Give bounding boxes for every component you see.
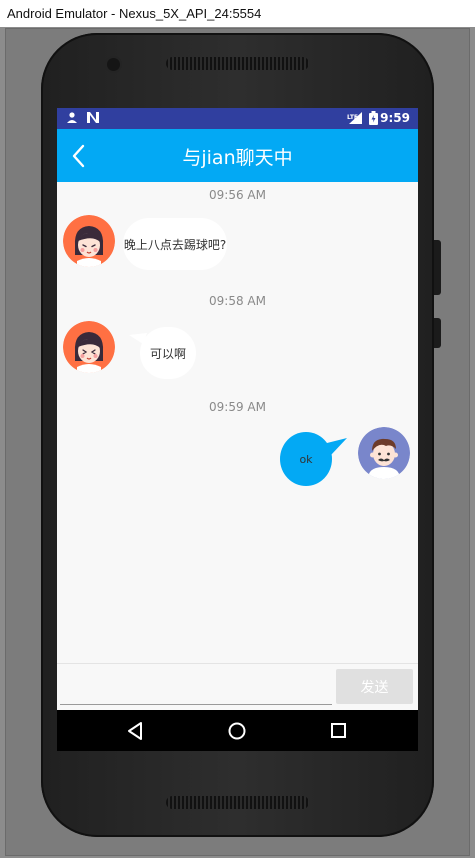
- status-bar: LTE 9:59: [57, 108, 418, 129]
- svg-text:LTE: LTE: [347, 114, 358, 121]
- person-icon: [66, 111, 79, 127]
- message-timestamp: 09:56 AM: [209, 188, 266, 202]
- message-text: 可以啊: [149, 346, 186, 361]
- volume-button[interactable]: [434, 240, 441, 295]
- front-camera: [107, 58, 120, 71]
- message-list[interactable]: 09:56 AM 晚上八点去踢球吧? 09:58 AM 可以啊 09:59 AM…: [57, 182, 418, 663]
- girl-avatar[interactable]: [63, 321, 115, 373]
- phone-screen: LTE 9:59 与jian聊天中 09:56 AM 晚上八点去踢球吧? 09:…: [57, 108, 418, 751]
- message-bubble[interactable]: 可以啊: [140, 327, 196, 379]
- lte-signal-icon: LTE: [347, 111, 363, 128]
- message-text: 晚上八点去踢球吧?: [123, 237, 227, 252]
- girl-avatar[interactable]: [63, 215, 115, 267]
- message-timestamp: 09:58 AM: [209, 294, 266, 308]
- bubble-tail: [131, 226, 149, 237]
- recents-square-icon[interactable]: [328, 720, 350, 742]
- app-bar: 与jian聊天中: [57, 129, 418, 182]
- send-button[interactable]: 发送: [336, 669, 413, 704]
- input-bar: 发送: [57, 663, 418, 711]
- window-title: Android Emulator - Nexus_5X_API_24:5554: [7, 6, 262, 21]
- chat-title: 与jian聊天中: [182, 147, 293, 169]
- battery-icon: [369, 111, 378, 128]
- message-input[interactable]: [60, 676, 332, 705]
- nfc-icon: [86, 111, 100, 127]
- bubble-tail: [129, 333, 147, 344]
- navigation-bar: [57, 710, 418, 751]
- man-avatar[interactable]: [358, 427, 410, 479]
- home-circle-icon[interactable]: [226, 720, 248, 742]
- message-timestamp: 09:59 AM: [209, 400, 266, 414]
- top-speaker: [166, 57, 309, 70]
- status-time: 9:59: [380, 111, 410, 125]
- message-text: ok: [299, 452, 313, 466]
- emulator-titlebar: Android Emulator - Nexus_5X_API_24:5554: [0, 0, 475, 28]
- bottom-speaker: [166, 796, 309, 809]
- back-triangle-icon[interactable]: [125, 720, 147, 742]
- bubble-tail: [323, 438, 347, 455]
- power-button[interactable]: [434, 318, 441, 348]
